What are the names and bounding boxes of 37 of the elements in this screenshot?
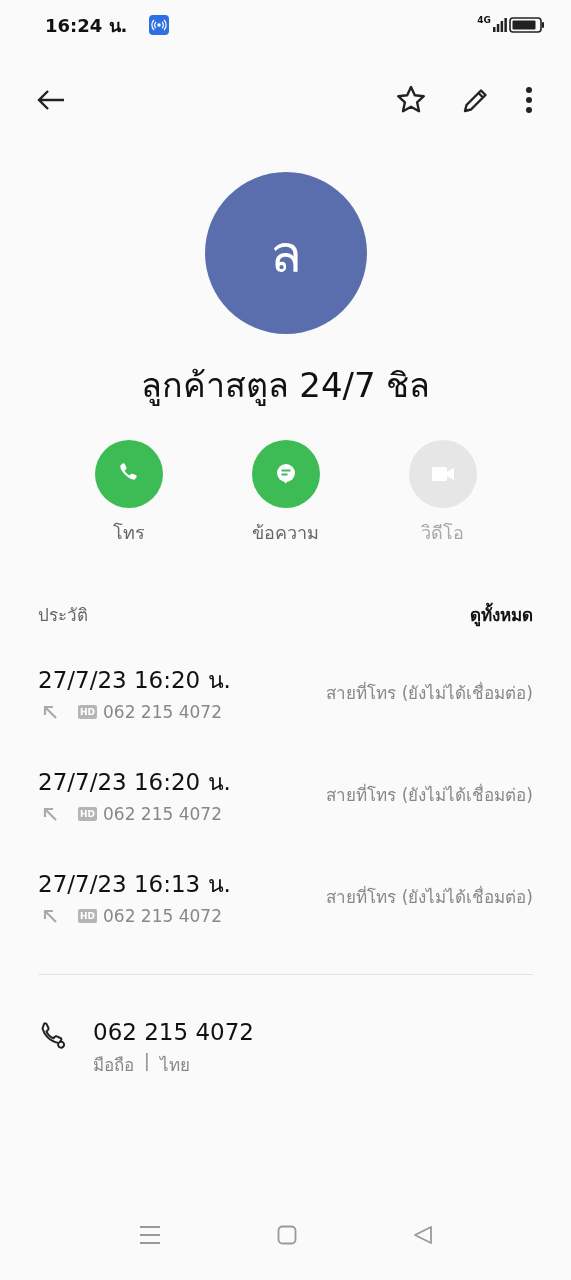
action-label: วิดีโอ [421,521,464,545]
hd-badge: HD [78,705,97,719]
outgoing-call-icon [42,704,58,720]
phone-type: มือถือ [93,1054,134,1077]
call-status: สายที่โทร (ยังไม่ได้เชื่อมต่อ) [326,884,533,909]
section-title: ประวัติ [38,604,88,627]
outgoing-call-icon [42,806,58,822]
hd-badge: HD [78,909,97,923]
home-icon[interactable] [276,1225,297,1245]
signal-icon [493,18,507,32]
back-nav-icon[interactable] [412,1225,433,1245]
contact-name: ลูกค้าสตูล 24/7 ชิล [139,364,432,408]
more-icon[interactable] [525,86,533,114]
phone-region: ไทย [159,1054,190,1077]
call-status: สายที่โทร (ยังไม่ได้เชื่อมต่อ) [326,680,533,705]
phone-number: 062 215 4072 [93,1019,254,1045]
call-number: 062 215 4072 [103,804,222,824]
hotspot-icon [149,15,170,35]
outgoing-call-icon [42,908,58,924]
battery-icon [509,17,545,33]
action-label: โทร [112,521,145,545]
action-label: ข้อความ [252,521,319,545]
network-type: 4G [477,15,491,25]
hd-badge: HD [78,807,97,821]
status-time: 16:24 น. [45,13,128,38]
avatar: ล [204,172,367,334]
call-datetime: 27/7/23 16:13 น. [38,870,231,899]
call-datetime: 27/7/23 16:20 น. [38,768,231,797]
call-datetime: 27/7/23 16:20 น. [38,666,231,695]
phone-icon[interactable] [38,1021,66,1049]
call-number: 062 215 4072 [103,702,222,722]
call-status: สายที่โทร (ยังไม่ได้เชื่อมต่อ) [326,782,533,807]
back-icon[interactable] [36,88,66,112]
view-all-link[interactable]: ดูทั้งหมด [470,601,533,628]
separator: | [144,1051,150,1073]
menu-icon[interactable] [138,1225,161,1245]
call-number: 062 215 4072 [103,906,222,926]
